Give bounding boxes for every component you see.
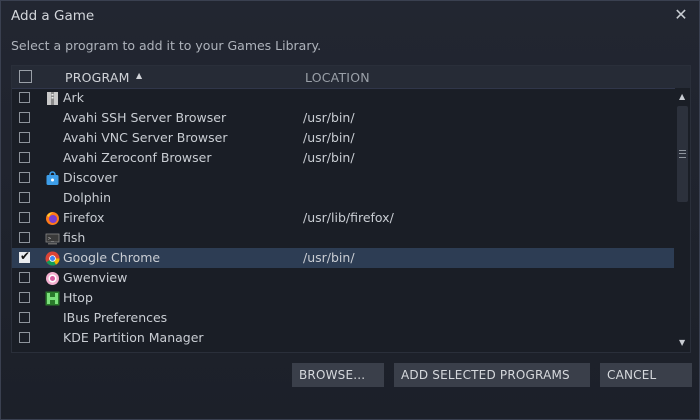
table-row[interactable]: KDE Partition Manager bbox=[12, 328, 674, 348]
svg-text:>_: >_ bbox=[48, 236, 55, 242]
program-name: fish bbox=[63, 230, 86, 245]
program-list: Ark Avahi SSH Server Browser/usr/bin/Avah… bbox=[12, 88, 674, 352]
grip-icon bbox=[679, 150, 686, 158]
program-name: Avahi VNC Server Browser bbox=[63, 130, 228, 145]
row-checkbox[interactable] bbox=[19, 312, 30, 323]
scroll-up-icon[interactable]: ▲ bbox=[679, 92, 685, 101]
location-column-header[interactable]: LOCATION bbox=[305, 70, 370, 85]
table-row[interactable]: Dolphin bbox=[12, 188, 674, 208]
dialog-subtitle: Select a program to add it to your Games… bbox=[11, 38, 322, 53]
firefox-icon bbox=[45, 211, 60, 226]
program-name: Gwenview bbox=[63, 270, 128, 285]
program-name: Htop bbox=[63, 290, 93, 305]
table-row[interactable]: Avahi VNC Server Browser/usr/bin/ bbox=[12, 128, 674, 148]
chrome-icon bbox=[45, 251, 60, 266]
program-column-header[interactable]: PROGRAM bbox=[65, 70, 130, 85]
close-icon[interactable]: ✕ bbox=[671, 5, 691, 25]
table-header: PROGRAM ▲ LOCATION bbox=[12, 66, 690, 89]
row-checkbox[interactable]: ✔ bbox=[19, 249, 31, 263]
gwenview-icon bbox=[45, 271, 60, 286]
checkmark-icon: ✔ bbox=[20, 249, 31, 263]
discover-icon bbox=[45, 171, 60, 186]
table-row[interactable]: Ark bbox=[12, 88, 674, 108]
row-checkbox[interactable] bbox=[19, 232, 30, 243]
htop-icon bbox=[45, 291, 60, 306]
dialog-title: Add a Game bbox=[11, 8, 95, 24]
program-name: KDE Partition Manager bbox=[63, 330, 204, 345]
table-row[interactable]: Htop bbox=[12, 288, 674, 308]
row-checkbox[interactable] bbox=[19, 172, 30, 183]
cancel-button[interactable]: CANCEL bbox=[600, 363, 692, 387]
program-name: Discover bbox=[63, 170, 118, 185]
fish-icon: >_ bbox=[45, 231, 60, 246]
row-checkbox[interactable] bbox=[19, 292, 30, 303]
programs-table: PROGRAM ▲ LOCATION Ark Avahi SSH Server B… bbox=[11, 65, 691, 353]
program-location: /usr/bin/ bbox=[303, 110, 355, 125]
row-checkbox[interactable] bbox=[19, 192, 30, 203]
scrollbar-thumb[interactable] bbox=[677, 106, 688, 202]
browse-button[interactable]: BROWSE... bbox=[292, 363, 384, 387]
program-name: Avahi Zeroconf Browser bbox=[63, 150, 212, 165]
table-row[interactable]: Avahi Zeroconf Browser/usr/bin/ bbox=[12, 148, 674, 168]
row-checkbox[interactable] bbox=[19, 212, 30, 223]
select-all-checkbox[interactable] bbox=[19, 70, 32, 83]
program-name: Firefox bbox=[63, 210, 105, 225]
program-name: Avahi SSH Server Browser bbox=[63, 110, 227, 125]
row-checkbox[interactable] bbox=[19, 132, 30, 143]
table-row[interactable]: Firefox/usr/lib/firefox/ bbox=[12, 208, 674, 228]
table-row[interactable]: IBus Preferences bbox=[12, 308, 674, 328]
program-name: Ark bbox=[63, 90, 84, 105]
ark-icon bbox=[45, 91, 60, 106]
add-selected-programs-button[interactable]: ADD SELECTED PROGRAMS bbox=[394, 363, 590, 387]
sort-ascending-icon: ▲ bbox=[136, 71, 143, 80]
add-game-dialog: Add a Game ✕ Select a program to add it … bbox=[0, 0, 700, 420]
table-row[interactable]: >_ fish bbox=[12, 228, 674, 248]
program-name: Google Chrome bbox=[63, 250, 161, 265]
program-name: IBus Preferences bbox=[63, 310, 168, 325]
program-location: /usr/bin/ bbox=[303, 250, 355, 265]
row-checkbox[interactable] bbox=[19, 112, 30, 123]
scroll-down-icon[interactable]: ▼ bbox=[679, 338, 685, 347]
row-checkbox[interactable] bbox=[19, 332, 30, 343]
title-bar: Add a Game ✕ bbox=[1, 1, 699, 31]
vertical-scrollbar[interactable]: ▲ ▼ bbox=[675, 88, 690, 352]
program-location: /usr/bin/ bbox=[303, 150, 355, 165]
table-row[interactable]: Discover bbox=[12, 168, 674, 188]
table-row[interactable]: ✔ Google Chrome/usr/bin/ bbox=[12, 248, 674, 268]
table-row[interactable]: Gwenview bbox=[12, 268, 674, 288]
table-row[interactable]: Avahi SSH Server Browser/usr/bin/ bbox=[12, 108, 674, 128]
row-checkbox[interactable] bbox=[19, 92, 30, 103]
program-name: Dolphin bbox=[63, 190, 111, 205]
program-location: /usr/bin/ bbox=[303, 130, 355, 145]
row-checkbox[interactable] bbox=[19, 152, 30, 163]
row-checkbox[interactable] bbox=[19, 272, 30, 283]
program-location: /usr/lib/firefox/ bbox=[303, 210, 394, 225]
